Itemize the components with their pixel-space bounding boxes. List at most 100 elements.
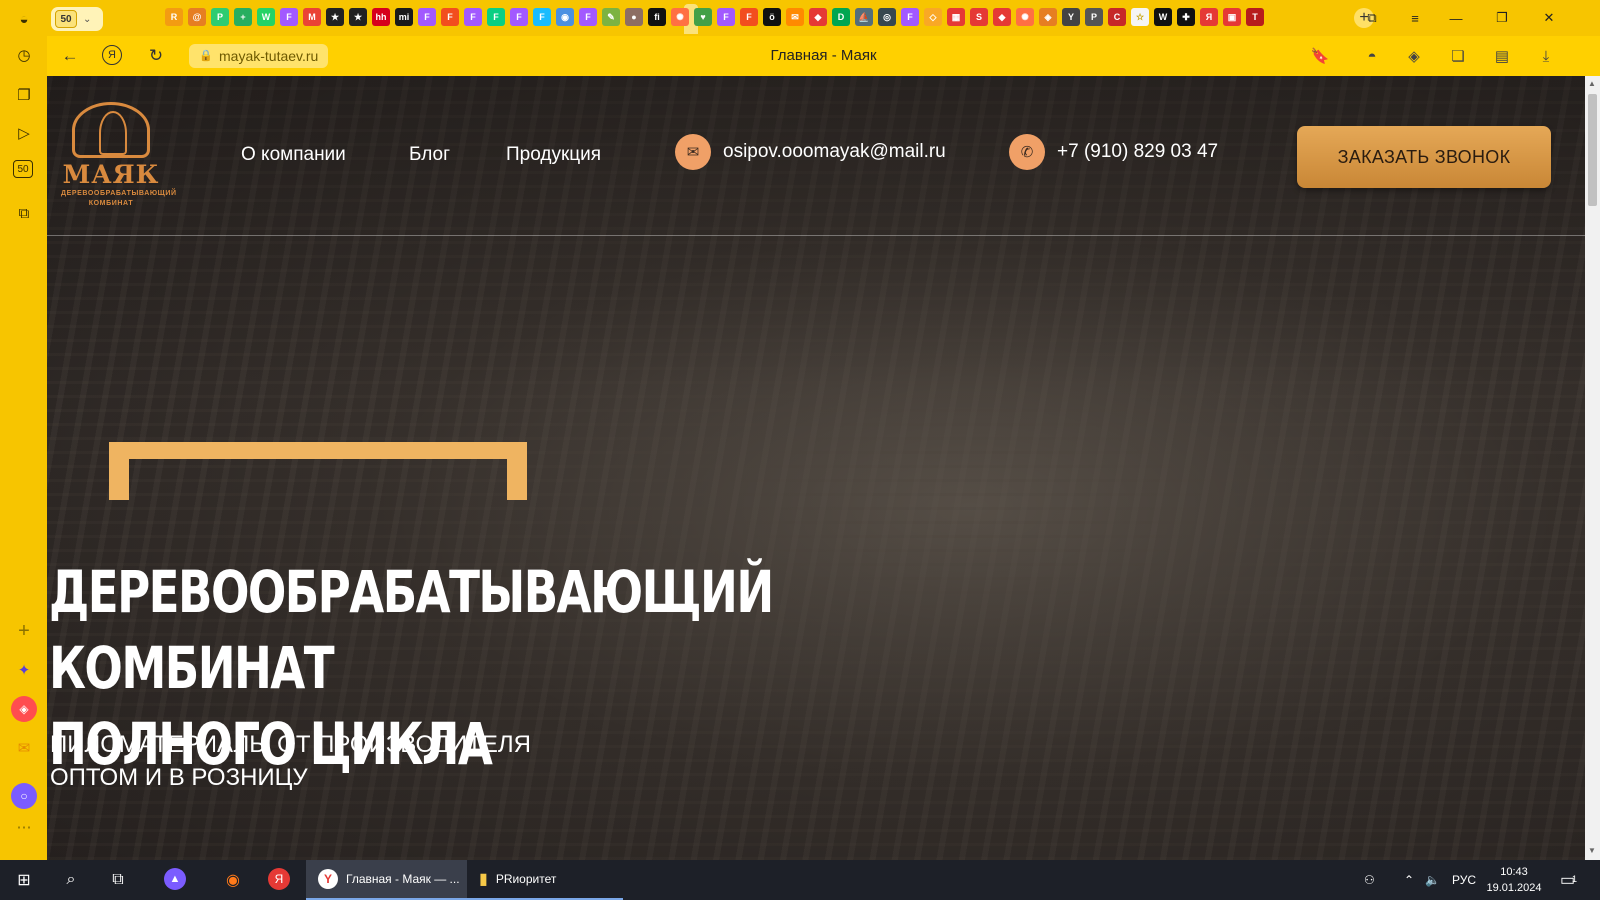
tag-icon[interactable]: ◆ (993, 8, 1011, 26)
collections-icon[interactable]: ❐ (11, 82, 37, 108)
start-icon[interactable]: ⊞ (12, 868, 36, 892)
alice-icon[interactable]: ○ (11, 783, 37, 809)
cms-icon[interactable]: C (1108, 8, 1126, 26)
mi-icon[interactable]: mi (395, 8, 413, 26)
mail-icon[interactable]: ✉ (786, 8, 804, 26)
rss-icon[interactable]: R (165, 8, 183, 26)
mail-icon[interactable]: ✉ (11, 735, 37, 761)
volume-icon[interactable]: 🔈 (1425, 860, 1440, 900)
star-icon[interactable]: ★ (349, 8, 367, 26)
figma-icon[interactable]: F (510, 8, 528, 26)
translate-icon[interactable]: ▤ (1491, 45, 1513, 67)
d-icon[interactable]: D (832, 8, 850, 26)
diamond-icon[interactable]: ◇ (924, 8, 942, 26)
figma-icon[interactable]: F (487, 8, 505, 26)
globe-icon[interactable]: ◉ (556, 8, 574, 26)
search-icon[interactable]: ⌕ (59, 868, 83, 892)
figma-icon[interactable]: F (717, 8, 735, 26)
yandex-icon[interactable]: Я (1200, 8, 1218, 26)
history-icon[interactable]: ◷ (11, 42, 37, 68)
order-call-button[interactable]: ЗАКАЗАТЬ ЗВОНОК (1297, 126, 1551, 188)
plus-icon[interactable]: + (234, 8, 252, 26)
bookmark-icon[interactable]: 🔖 (1309, 45, 1331, 67)
whatsapp-icon[interactable]: W (257, 8, 275, 26)
figma-icon[interactable]: F (280, 8, 298, 26)
add-panel-icon[interactable]: + (11, 618, 37, 644)
figma-icon[interactable]: F (464, 8, 482, 26)
tab-counter[interactable]: 50 ⌄ (51, 7, 103, 31)
yandex-taskbar-icon[interactable]: Я (268, 868, 290, 890)
scroll-down-icon[interactable]: ▼ (1588, 846, 1596, 855)
nav-products[interactable]: Продукция (506, 144, 601, 166)
site-logo[interactable]: МАЯК ДЕРЕВООБРАБАТЫВАЮЩИЙ КОМБИНАТ (61, 102, 176, 212)
screenshot-icon[interactable]: ⧉ (11, 200, 37, 226)
ship-icon[interactable]: ⛵ (855, 8, 873, 26)
o-icon[interactable]: ö (763, 8, 781, 26)
scroll-up-icon[interactable]: ▲ (1588, 79, 1596, 88)
page-scrollbar[interactable]: ▲ ▼ (1585, 76, 1600, 860)
w-icon[interactable]: W (1154, 8, 1172, 26)
p-icon[interactable]: P (211, 8, 229, 26)
language-indicator[interactable]: РУС (1452, 860, 1476, 900)
swirl-icon[interactable]: @ (188, 8, 206, 26)
fox-icon[interactable]: ◈ (1039, 8, 1057, 26)
restore-icon[interactable]: ❐ (1492, 8, 1512, 28)
yandex-icon[interactable]: Я (102, 45, 122, 65)
close-icon[interactable]: ✕ (1539, 8, 1559, 28)
ball-icon[interactable]: ◎ (878, 8, 896, 26)
games-icon[interactable]: ✦ (11, 657, 37, 683)
clock[interactable]: 10:43 19.01.2024 (1484, 864, 1544, 896)
counter-icon[interactable]: 50 (13, 160, 33, 178)
extensions-panel-icon[interactable]: ❏ (1447, 45, 1469, 67)
firefox-icon[interactable]: ◉ (221, 868, 245, 892)
p-icon[interactable]: P (1085, 8, 1103, 26)
people-icon[interactable]: ⚇ (1364, 860, 1375, 900)
more-icon[interactable]: ⋯ (11, 814, 37, 840)
menu-icon[interactable]: ≡ (1405, 8, 1425, 28)
star-icon[interactable]: ★ (326, 8, 344, 26)
figma-icon[interactable]: F (533, 8, 551, 26)
sun-icon[interactable]: ✺ (671, 8, 689, 26)
video-icon[interactable]: ▷ (11, 120, 37, 146)
yc-icon[interactable]: Y (1062, 8, 1080, 26)
figma-icon[interactable]: F (740, 8, 758, 26)
phone-contact[interactable]: ✆ +7 (910) 829 03 47 (1009, 134, 1218, 170)
task-folder[interactable]: ▮ PRиоритет (467, 860, 623, 900)
reload-icon[interactable]: ↻ (145, 45, 167, 67)
tray-chevron-icon[interactable]: ⌃ (1404, 860, 1414, 900)
extension-icon[interactable]: ◓ (1361, 45, 1383, 67)
figma-icon[interactable]: F (441, 8, 459, 26)
s-icon[interactable]: S (970, 8, 988, 26)
heart-icon[interactable]: ♥ (694, 8, 712, 26)
email-contact[interactable]: ✉ osipov.ooomayak@mail.ru (675, 134, 946, 170)
nav-about[interactable]: О компании (241, 144, 346, 166)
back-icon[interactable]: ← (59, 45, 81, 67)
nav-blog[interactable]: Блог (409, 144, 450, 166)
metamask-icon[interactable]: ◈ (1403, 45, 1425, 67)
alice-taskbar-icon[interactable]: ▲ (164, 868, 186, 890)
gmail-icon[interactable]: M (303, 8, 321, 26)
tab-manager-icon[interactable]: ⧉ (1362, 8, 1382, 28)
minimize-icon[interactable]: — (1446, 8, 1466, 28)
figma-icon[interactable]: F (418, 8, 436, 26)
market-icon[interactable]: ◈ (11, 696, 37, 722)
tag-icon[interactable]: ◆ (809, 8, 827, 26)
scroll-thumb[interactable] (1588, 94, 1597, 206)
t-icon[interactable]: T (1246, 8, 1264, 26)
fi-icon[interactable]: fi (648, 8, 666, 26)
leaf-icon[interactable]: ✎ (602, 8, 620, 26)
sun-icon[interactable]: ✺ (1016, 8, 1034, 26)
figma-icon[interactable]: F (901, 8, 919, 26)
plus-circle-icon[interactable]: ✚ (1177, 8, 1195, 26)
hh-icon[interactable]: hh (372, 8, 390, 26)
ad-icon[interactable]: ▣ (1223, 8, 1241, 26)
task-browser[interactable]: Y Главная - Маяк — ... (306, 860, 467, 900)
downloads-icon[interactable]: ⤓ (1535, 45, 1557, 67)
figma-icon[interactable]: F (579, 8, 597, 26)
task-view-icon[interactable]: ⧉ (106, 868, 130, 892)
avatar-icon[interactable]: ● (625, 8, 643, 26)
star-outline-icon[interactable]: ☆ (1131, 8, 1149, 26)
calendar-icon[interactable]: ▦ (947, 8, 965, 26)
browser-logo-icon[interactable]: ◒ (11, 6, 37, 32)
url-field[interactable]: 🔒 mayak-tutaev.ru (189, 44, 329, 68)
